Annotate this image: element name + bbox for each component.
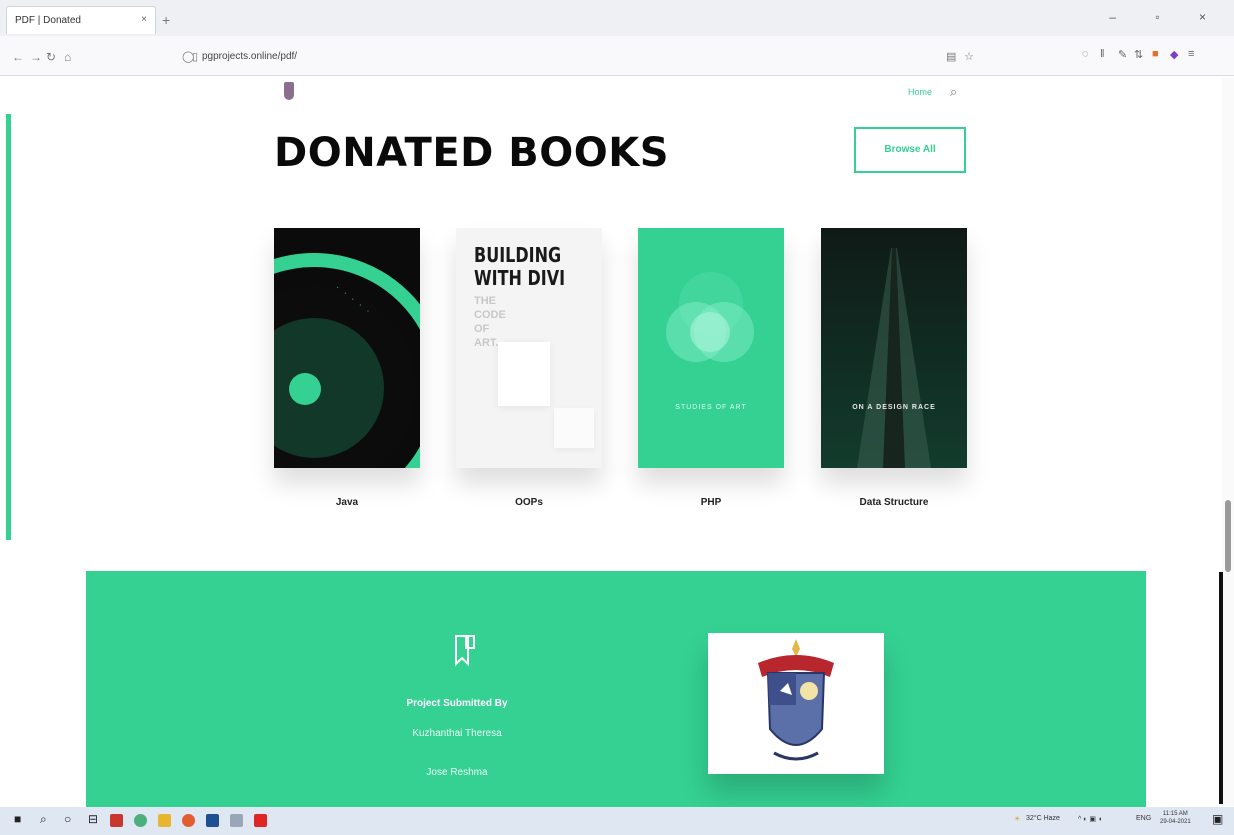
firefox-icon[interactable]: [182, 814, 195, 827]
submitter-name: Kuzhanthai Theresa: [412, 728, 502, 739]
bookmark-icon: [455, 635, 475, 667]
book-title[interactable]: Java: [274, 497, 420, 508]
addon-icon[interactable]: ■: [1152, 48, 1159, 60]
cover-title: BUILDING WITH DIVI: [474, 243, 566, 290]
book-title[interactable]: PHP: [638, 497, 784, 508]
app-icon[interactable]: [230, 814, 243, 827]
youtube-icon[interactable]: [254, 814, 267, 827]
java-cover-art: · · · · ·: [274, 253, 420, 468]
folder-icon[interactable]: [158, 814, 171, 827]
book-cover-java[interactable]: · · · · ·: [274, 228, 420, 468]
search-icon[interactable]: ⌕: [40, 812, 47, 827]
clock-date: 29-04-2021: [1160, 819, 1191, 825]
word-icon[interactable]: [206, 814, 219, 827]
cover-decoration: [554, 408, 594, 448]
cover-text: STUDIES OF ART: [675, 404, 747, 411]
extension-icon[interactable]: ⇅: [1134, 48, 1143, 61]
bookmark-star-icon[interactable]: ☆: [964, 50, 974, 63]
site-logo[interactable]: [284, 82, 294, 100]
pocket-icon[interactable]: ◌: [1082, 48, 1089, 60]
language-indicator[interactable]: ENG: [1136, 815, 1151, 822]
puzzle-icon[interactable]: ◆: [1170, 48, 1178, 61]
reader-view-icon[interactable]: ▤: [946, 50, 956, 63]
weather-icon[interactable]: ☀: [1014, 815, 1020, 823]
window-controls[interactable]: – ▫ ×: [1109, 10, 1224, 24]
book-title[interactable]: OOPs: [456, 497, 602, 508]
search-icon[interactable]: ⌕: [950, 84, 957, 100]
menu-icon[interactable]: ≡: [1188, 48, 1194, 60]
reload-icon[interactable]: ↻: [46, 50, 56, 64]
tab-bar: PDF | Donated × + – ▫ ×: [0, 0, 1234, 36]
book-cover-php[interactable]: STUDIES OF ART: [638, 228, 784, 468]
accent-bar: [6, 114, 11, 540]
cover-decoration: [498, 342, 550, 406]
url-text[interactable]: pgprojects.online/pdf/: [202, 51, 297, 62]
crest-emblem: [758, 639, 834, 761]
chrome-icon[interactable]: [134, 814, 147, 827]
book-cover-data-structure[interactable]: ON A DESIGN RACE: [821, 228, 967, 468]
footer-heading: Project Submitted By: [406, 698, 508, 709]
forward-icon[interactable]: →: [30, 50, 42, 64]
home-icon[interactable]: ⌂: [64, 50, 71, 64]
tab-title: PDF | Donated: [15, 15, 81, 26]
url-bar[interactable]: ◯ ▯ pgprojects.online/pdf/ ▤ ☆: [168, 44, 998, 70]
clock[interactable]: 11:15 AM 29-04-2021: [1160, 810, 1191, 826]
browser-tab[interactable]: PDF | Donated ×: [6, 6, 156, 34]
page-icon: ▯: [192, 51, 199, 63]
browse-all-button[interactable]: Browse All: [854, 127, 966, 173]
library-icon[interactable]: ‖: [1100, 48, 1105, 60]
nav-home-link[interactable]: Home: [908, 87, 932, 97]
task-view-icon[interactable]: ⊟: [88, 812, 98, 826]
submitter-name: Jose Reshma: [426, 767, 488, 778]
weather-text[interactable]: 32°C Haze: [1026, 815, 1060, 822]
windows-start-icon[interactable]: ■: [14, 812, 21, 826]
page-edge: [1219, 572, 1223, 804]
scrollbar[interactable]: [1222, 78, 1234, 806]
notification-icon[interactable]: ▣: [1212, 812, 1223, 826]
pen-icon[interactable]: ✎: [1118, 48, 1127, 61]
php-cover-art: [666, 272, 754, 362]
scrollbar-thumb[interactable]: [1225, 500, 1231, 572]
back-icon[interactable]: ←: [12, 50, 24, 64]
college-crest: [708, 633, 884, 774]
footer-section: [86, 571, 1146, 809]
road-cover-art: [857, 248, 931, 468]
cortana-icon[interactable]: ○: [64, 812, 71, 826]
page-title: DONATED BOOKS: [274, 130, 670, 176]
clock-time: 11:15 AM: [1162, 811, 1188, 817]
cover-text: ON A DESIGN RACE: [852, 404, 936, 411]
new-tab-icon[interactable]: +: [162, 12, 170, 28]
app-icon[interactable]: [110, 814, 123, 827]
close-tab-icon[interactable]: ×: [141, 14, 147, 25]
book-title[interactable]: Data Structure: [821, 497, 967, 508]
book-cover-oops[interactable]: BUILDING WITH DIVI THE CODE OF ART.: [456, 228, 602, 468]
tray-icons[interactable]: ^ ◐ ▣ ◖: [1078, 815, 1102, 823]
